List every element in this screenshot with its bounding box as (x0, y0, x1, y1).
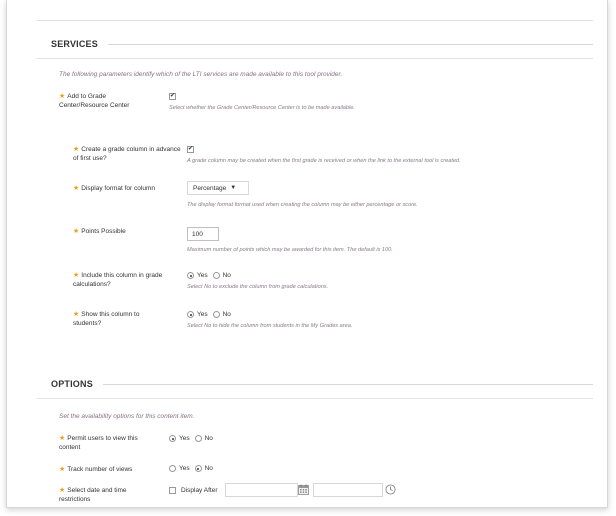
include-calc-yes-label: Yes (197, 272, 208, 279)
create-column-checkbox[interactable] (187, 146, 194, 153)
display-after-time-input[interactable] (313, 483, 383, 497)
include-calc-radio-group: Yes No (187, 272, 236, 279)
track-views-no-radio[interactable] (194, 465, 202, 472)
display-format-label-text: Display format for column (81, 185, 155, 192)
track-views-yes-radio[interactable] (169, 465, 176, 472)
include-calc-yes-option[interactable]: Yes (187, 272, 208, 279)
permit-view-no-label: No (204, 435, 213, 442)
options-header-divider (37, 398, 593, 399)
track-views-yes-option[interactable]: Yes (169, 465, 190, 472)
show-students-label: ★ Show this column to students? (73, 310, 168, 328)
required-star-icon: ★ (59, 487, 66, 494)
services-section-header: SERVICES (51, 38, 593, 50)
track-views-no-option[interactable]: No (194, 465, 213, 472)
permit-view-label: ★ Permit users to view this content (59, 434, 159, 452)
permit-view-label-text: Permit users to view this content (59, 435, 138, 451)
dropdown-caret-icon: ▼ (230, 185, 237, 191)
display-format-hint: The display format format used when crea… (187, 202, 418, 208)
include-calc-label: ★ Include this column in grade calculatio… (73, 271, 188, 289)
grade-center-hint: Select whether the Grade Center/Resource… (169, 105, 355, 111)
required-star-icon: ★ (73, 311, 80, 318)
display-format-label: ★ Display format for column (73, 184, 183, 193)
display-after-date-input[interactable] (225, 483, 298, 497)
points-possible-input[interactable]: 100 (187, 227, 219, 241)
date-restrictions-label: ★ Select date and time restrictions (59, 486, 159, 504)
include-calc-hint: Select No to exclude the column from gra… (187, 284, 329, 290)
display-format-value: Percentage (193, 184, 227, 192)
date-restrictions-label-text: Select date and time restrictions (59, 487, 127, 503)
permit-view-yes-radio[interactable] (169, 435, 176, 442)
permit-view-yes-label: Yes (179, 435, 190, 442)
track-views-label: ★ Track number of views (59, 465, 164, 474)
show-students-no-label: No (222, 311, 231, 318)
calendar-icon[interactable] (298, 484, 309, 495)
display-after-checkbox[interactable] (169, 487, 176, 494)
grade-center-label: ★ Add to Grade Center/Resource Center (59, 92, 154, 110)
top-divider (37, 20, 593, 21)
show-students-yes-option[interactable]: Yes (187, 311, 208, 318)
track-views-label-text: Track number of views (67, 466, 133, 473)
points-possible-value: 100 (192, 230, 203, 238)
track-views-radio-group: Yes No (169, 465, 218, 472)
show-students-yes-label: Yes (197, 311, 208, 318)
show-students-label-text: Show this column to students? (73, 311, 140, 327)
clock-icon[interactable] (385, 484, 396, 495)
show-students-hint: Select No to hide the column from studen… (187, 323, 353, 329)
required-star-icon: ★ (73, 228, 80, 235)
create-column-hint: A grade column may be created when the f… (187, 158, 461, 164)
content-panel: SERVICES The following parameters identi… (6, 0, 608, 508)
include-calc-no-option[interactable]: No (212, 272, 231, 279)
services-intro: The following parameters identify which … (59, 71, 343, 78)
points-possible-label-text: Points Possible (81, 228, 126, 235)
services-title: SERVICES (51, 39, 98, 49)
points-possible-hint: Maximum number of points which may be aw… (187, 247, 393, 253)
permit-view-no-option[interactable]: No (194, 435, 213, 442)
required-star-icon: ★ (59, 435, 66, 442)
show-students-no-radio[interactable] (212, 311, 220, 318)
required-star-icon: ★ (73, 146, 80, 153)
include-calc-no-radio[interactable] (212, 272, 220, 279)
required-star-icon: ★ (59, 93, 66, 100)
create-column-label: ★ Create a grade column in advance of fir… (73, 145, 183, 163)
display-after-label: Display After (181, 487, 218, 494)
services-title-rule (107, 43, 593, 45)
create-column-label-text: Create a grade column in advance of firs… (73, 146, 181, 162)
options-section-header: OPTIONS (51, 378, 593, 390)
show-students-radio-group: Yes No (187, 311, 236, 318)
permit-view-no-radio[interactable] (194, 435, 202, 442)
options-title: OPTIONS (51, 379, 93, 389)
grade-center-checkbox[interactable] (169, 93, 176, 100)
include-calc-label-text: Include this column in grade calculation… (73, 272, 163, 288)
services-header-divider (37, 58, 593, 59)
points-possible-label: ★ Points Possible (73, 227, 173, 236)
include-calc-yes-radio[interactable] (187, 272, 194, 279)
include-calc-no-label: No (222, 272, 231, 279)
permit-view-radio-group: Yes No (169, 435, 218, 442)
required-star-icon: ★ (73, 185, 80, 192)
permit-view-yes-option[interactable]: Yes (169, 435, 190, 442)
options-intro: Set the availability options for this co… (59, 413, 195, 420)
track-views-no-label: No (204, 465, 213, 472)
show-students-yes-radio[interactable] (187, 311, 194, 318)
display-format-select[interactable]: Percentage ▼ (187, 181, 249, 195)
required-star-icon: ★ (73, 272, 80, 279)
required-star-icon: ★ (59, 466, 66, 473)
track-views-yes-label: Yes (179, 465, 190, 472)
grade-center-label-text: Add to Grade Center/Resource Center (59, 93, 130, 109)
show-students-no-option[interactable]: No (212, 311, 231, 318)
options-title-rule (102, 383, 593, 385)
